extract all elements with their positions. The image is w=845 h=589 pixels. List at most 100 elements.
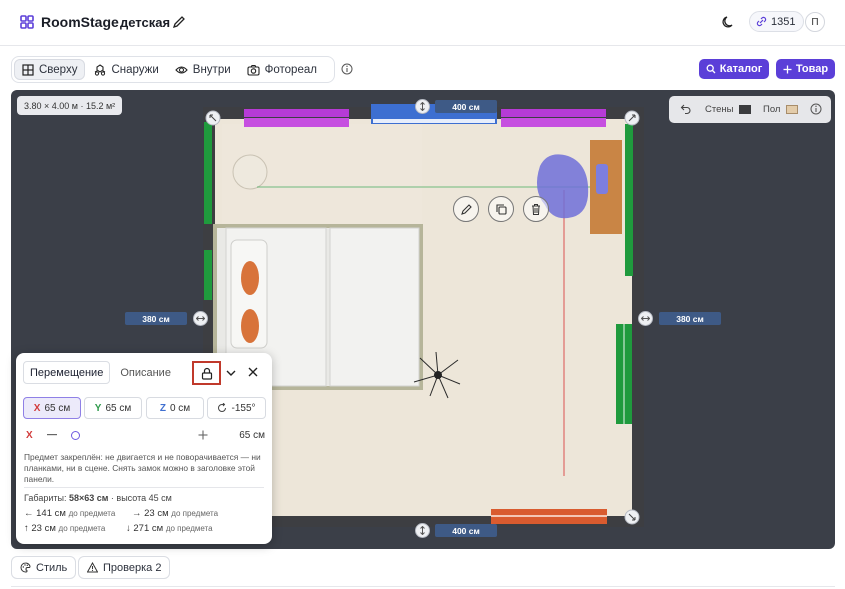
search-icon (706, 64, 716, 74)
distance-left: ← 141 см до предмета (24, 508, 116, 519)
resize-handle-left-icon[interactable] (193, 311, 208, 326)
dims-label: Габариты: (24, 493, 67, 503)
tab-outside-view-label: Снаружи (111, 63, 159, 76)
edit-item-button[interactable] (453, 196, 479, 222)
tab-outside-view[interactable]: Снаружи (87, 59, 165, 80)
distance-right-suffix: до предмета (171, 509, 219, 518)
divider (24, 487, 264, 488)
tab-photoreal-view[interactable]: Фотореал (240, 59, 324, 80)
tab-photoreal-view-label: Фотореал (264, 63, 317, 76)
duplicate-item-button[interactable] (488, 196, 514, 222)
delete-item-button[interactable] (523, 196, 549, 222)
style-label: Стиль (36, 561, 68, 574)
bottom-toolbar: Стиль Проверка 2 (0, 556, 845, 589)
coord-y-value: 65 см (105, 402, 132, 414)
catalog-button[interactable]: Каталог (699, 59, 769, 79)
rotation-value: -155° (231, 402, 256, 414)
legend-floor-label: Пол (763, 104, 781, 115)
credits-count: 1351 (771, 15, 796, 28)
distance-right-value: 23 см (144, 508, 169, 519)
app-logo-icon (20, 15, 34, 29)
dim-top-label[interactable]: 400 см (435, 100, 497, 113)
rotate-icon (218, 403, 227, 412)
plus-icon[interactable] (198, 430, 208, 440)
minus-icon[interactable] (47, 434, 57, 436)
trash-icon (532, 203, 540, 215)
coord-y-field[interactable]: Y 65 см (84, 397, 142, 419)
theme-toggle-moon-icon[interactable] (721, 15, 736, 30)
distance-up-value: 23 см (31, 523, 56, 534)
edit-project-name-icon[interactable] (172, 15, 186, 29)
distance-left-value: 141 см (36, 508, 66, 519)
resize-handle-right-icon[interactable] (638, 311, 653, 326)
slider-thumb[interactable] (71, 431, 80, 440)
link-icon (756, 16, 767, 27)
eye-icon (175, 65, 188, 74)
dims-value: 58×63 см (68, 493, 109, 503)
check-button[interactable]: Проверка 2 (78, 556, 171, 579)
style-button[interactable]: Стиль (11, 556, 77, 579)
walls-color-swatch[interactable] (739, 105, 751, 114)
warning-icon (87, 562, 98, 573)
view-mode-tabs: Сверху Снаружи Внутри Фотореал (11, 56, 335, 83)
distance-down-value: 271 см (133, 523, 164, 534)
item-properties-panel: Перемещение Описание X 65 см Y 65 см Z 0… (16, 353, 272, 544)
item-dimensions: Габариты: 58×63 см · высота 45 см (24, 493, 172, 503)
dim-bottom-label[interactable]: 400 см (435, 524, 497, 537)
x-axis-label: X (33, 402, 41, 414)
add-product-button[interactable]: Товар (776, 59, 835, 79)
catalog-label: Каталог (719, 63, 763, 75)
check-label: Проверка 2 (103, 561, 162, 574)
coord-z-value: 0 см (169, 402, 191, 414)
info-icon[interactable] (341, 63, 353, 75)
camera-icon (247, 64, 260, 76)
resize-handle-top-icon[interactable] (415, 99, 430, 114)
dim-right-label[interactable]: 380 см (659, 312, 721, 325)
project-name[interactable]: детская (120, 15, 170, 30)
legend-info-icon[interactable] (810, 103, 822, 115)
x-slider-row: X 65 см (25, 429, 265, 443)
slider-axis-label: X (26, 430, 33, 441)
rotation-field[interactable]: -155° (207, 397, 266, 419)
distance-right: → 23 см до предмета (132, 508, 219, 519)
product-label: Товар (795, 63, 829, 75)
coord-x-field[interactable]: X 65 см (23, 397, 81, 419)
undo-icon[interactable] (680, 103, 692, 115)
y-axis-label: Y (94, 402, 102, 414)
pencil-icon (460, 203, 472, 215)
tab-inside-view[interactable]: Внутри (168, 59, 238, 80)
dim-left-label[interactable]: 380 см (125, 312, 187, 325)
floor-color-swatch[interactable] (786, 105, 798, 114)
palette-icon (20, 562, 31, 573)
height-text: · высота 45 см (108, 493, 172, 503)
distance-down: ↓ 271 см до предмета (126, 523, 213, 534)
distance-down-suffix: до предмета (165, 524, 213, 533)
slider-value: 65 см (239, 430, 265, 441)
room-area-badge: 3.80 × 4.00 м · 15.2 м² (17, 96, 123, 115)
credits-badge[interactable]: 1351 (749, 11, 805, 32)
distance-left-suffix: до предмета (68, 509, 116, 518)
top-bar: RoomStage детская 1351 П (0, 0, 845, 46)
resize-handle-bottom-icon[interactable] (415, 523, 430, 538)
cubes-icon (95, 63, 106, 76)
close-icon[interactable] (247, 366, 259, 378)
tab-top-view[interactable]: Сверху (14, 59, 86, 80)
legend-walls-label: Стены (705, 104, 734, 115)
plus-icon (783, 65, 792, 73)
lock-icon (201, 367, 212, 380)
coord-z-field[interactable]: Z 0 см (146, 397, 204, 419)
coord-x-value: 65 см (44, 402, 71, 414)
grid-icon (22, 63, 34, 76)
chevron-down-icon[interactable] (225, 367, 237, 379)
tab-move[interactable]: Перемещение (23, 361, 111, 384)
tab-inside-view-label: Внутри (192, 63, 231, 76)
distance-up: ↑ 23 см до предмета (24, 523, 106, 534)
lock-toggle-button[interactable] (192, 361, 221, 385)
user-avatar[interactable]: П (805, 12, 825, 32)
tab-top-view-label: Сверху (39, 63, 78, 76)
lock-note: Предмет закреплён: не двигается и не пов… (24, 452, 261, 485)
tab-description[interactable]: Описание (114, 361, 177, 384)
distance-up-suffix: до предмета (58, 524, 106, 533)
app-name: RoomStage (41, 14, 119, 30)
panel-tabs: Перемещение Описание (23, 361, 177, 384)
